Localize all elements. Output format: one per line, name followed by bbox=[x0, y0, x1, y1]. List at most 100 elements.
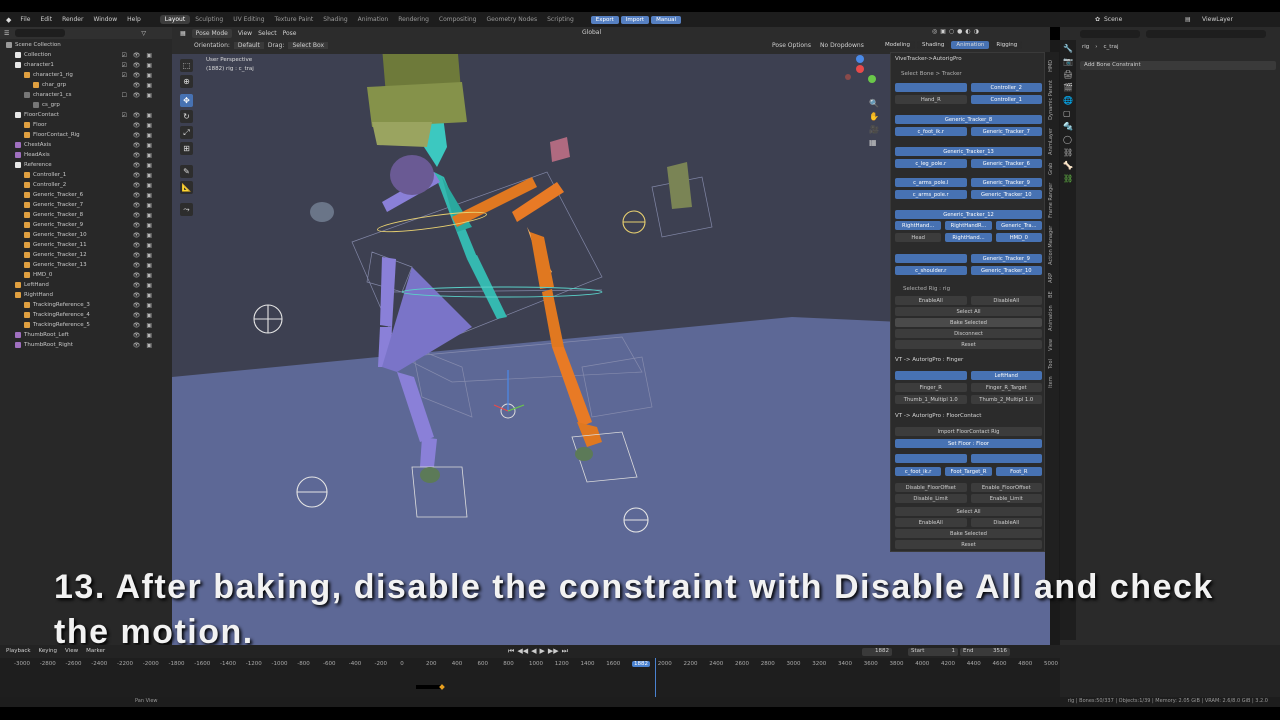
visibility-toggle-icon[interactable]: ☑ 👁 ▣ bbox=[122, 62, 154, 69]
current-frame-field[interactable]: 1882 bbox=[862, 648, 892, 656]
outliner-row[interactable]: HMD_0 👁 ▣ bbox=[0, 270, 172, 280]
finger-field-a[interactable] bbox=[895, 371, 967, 380]
properties-search-icon[interactable] bbox=[1146, 30, 1266, 38]
select-all-button[interactable]: Select All bbox=[895, 307, 1042, 316]
workspace-tab-scripting[interactable]: Scripting bbox=[542, 15, 579, 24]
outliner-row[interactable]: Controller_2 👁 ▣ bbox=[0, 180, 172, 190]
drag-dropdown[interactable]: Select Box bbox=[288, 42, 329, 49]
cursor-tool-icon[interactable]: ⊕ bbox=[180, 75, 193, 88]
context-tab-rigging[interactable]: Rigging bbox=[991, 41, 1023, 49]
timeline-menu-playback[interactable]: Playback bbox=[6, 648, 31, 654]
object-tab-icon[interactable]: ▢ bbox=[1063, 109, 1073, 118]
outliner-row[interactable]: ChestAxis 👁 ▣ bbox=[0, 140, 172, 150]
menu-help[interactable]: Help bbox=[122, 16, 146, 23]
outliner-row[interactable]: Generic_Tracker_9 👁 ▣ bbox=[0, 220, 172, 230]
visibility-toggle-icon[interactable]: 👁 ▣ bbox=[133, 242, 154, 249]
workspace-tab-animation[interactable]: Animation bbox=[353, 15, 394, 24]
disable-floor-offset-button[interactable]: Disable_FloorOffset bbox=[895, 483, 967, 492]
visibility-toggle-icon[interactable]: 👁 ▣ bbox=[133, 212, 154, 219]
sidebar-tab-item[interactable]: Item bbox=[1048, 376, 1054, 387]
outliner-row[interactable]: TrackingReference_4 👁 ▣ bbox=[0, 310, 172, 320]
outliner-row[interactable]: character1_rig ☑ 👁 ▣ bbox=[0, 70, 172, 80]
outliner-row[interactable]: Reference 👁 ▣ bbox=[0, 160, 172, 170]
shading-wire-icon[interactable]: ○ bbox=[949, 28, 954, 35]
sidebar-tab-hmd[interactable]: HMD bbox=[1048, 60, 1054, 72]
add-bone-constraint-dropdown[interactable]: Add Bone Constraint bbox=[1080, 61, 1276, 70]
import-floorcontact-button[interactable]: Import FloorContact Rig bbox=[895, 427, 1042, 436]
modifier-tab-icon[interactable]: 🔩 bbox=[1063, 122, 1073, 131]
floor-reset-button[interactable]: Reset bbox=[895, 540, 1042, 549]
set-floor-button[interactable]: Set Floor : Floor bbox=[895, 439, 1042, 448]
menu-file[interactable]: File bbox=[15, 16, 35, 23]
hand-right-2-button[interactable]: RightHandR... bbox=[945, 221, 992, 230]
bone-tab-icon[interactable]: 🦴 bbox=[1063, 161, 1073, 170]
timeline-menu-marker[interactable]: Marker bbox=[86, 648, 105, 654]
outliner-row[interactable]: char_grp 👁 ▣ bbox=[0, 80, 172, 90]
visibility-toggle-icon[interactable]: ☐ 👁 ▣ bbox=[122, 92, 154, 99]
overlay-icon[interactable]: ◎ bbox=[932, 28, 937, 35]
visibility-toggle-icon[interactable]: 👁 ▣ bbox=[133, 152, 154, 159]
visibility-toggle-icon[interactable]: 👁 ▣ bbox=[133, 312, 154, 319]
generic-tracker-button[interactable]: Generic_Tra... bbox=[995, 221, 1042, 230]
tool-tab-icon[interactable]: 🔧 bbox=[1063, 44, 1073, 53]
outliner-row[interactable]: FloorContact ☑ 👁 ▣ bbox=[0, 110, 172, 120]
outliner-row[interactable]: Floor 👁 ▣ bbox=[0, 120, 172, 130]
sidebar-tab-tool[interactable]: Tool bbox=[1048, 359, 1054, 369]
outliner-row[interactable]: character1_cs ☐ 👁 ▣ bbox=[0, 90, 172, 100]
floor-bake-selected-button[interactable]: Bake Selected bbox=[895, 529, 1042, 538]
floor-bone-field-2[interactable] bbox=[970, 454, 1042, 463]
floor-bone-field-1[interactable] bbox=[895, 454, 967, 463]
constraint-tab-icon[interactable]: ⛓ bbox=[1063, 148, 1073, 157]
shading-material-icon[interactable]: ◐ bbox=[965, 28, 970, 35]
workspace-tab-uv-editing[interactable]: UV Editing bbox=[228, 15, 269, 24]
outliner-row[interactable]: ThumbRoot_Right 👁 ▣ bbox=[0, 340, 172, 350]
play-reverse-icon[interactable]: ◀ bbox=[531, 647, 536, 656]
visibility-toggle-icon[interactable]: 👁 ▣ bbox=[133, 342, 154, 349]
outliner-row[interactable]: Generic_Tracker_11 👁 ▣ bbox=[0, 240, 172, 250]
visibility-toggle-icon[interactable]: 👁 ▣ bbox=[133, 302, 154, 309]
sidebar-tab-action-manager[interactable]: Action Manager bbox=[1048, 226, 1054, 265]
orientation-dropdown[interactable]: Default bbox=[233, 42, 264, 49]
outliner-row[interactable]: TrackingReference_3 👁 ▣ bbox=[0, 300, 172, 310]
display-mode-icon[interactable]: ☰ bbox=[4, 30, 9, 37]
outliner-search-input[interactable] bbox=[15, 29, 66, 37]
context-tab-shading[interactable]: Shading bbox=[917, 41, 950, 49]
foot-ik-button[interactable]: c_foot_ik.r bbox=[895, 467, 942, 476]
tracker-field[interactable]: Generic_Tracker_6 bbox=[970, 159, 1042, 168]
enable-limit-button[interactable]: Enable_Limit bbox=[970, 494, 1042, 503]
tracker-field[interactable]: Controller_1 bbox=[970, 95, 1042, 104]
viewlayer-selector[interactable]: ViewLayer bbox=[1202, 16, 1233, 23]
ortho-grid-icon[interactable]: ▦ bbox=[869, 138, 879, 147]
visibility-toggle-icon[interactable]: 👁 ▣ bbox=[133, 232, 154, 239]
timeline-menu-view[interactable]: View bbox=[65, 648, 78, 654]
bake-selected-button[interactable]: Bake Selected bbox=[895, 318, 1042, 327]
xray-icon[interactable]: ▣ bbox=[940, 28, 946, 35]
sidebar-tab-animlayer[interactable]: AnimLayer bbox=[1048, 128, 1054, 155]
pan-hand-icon[interactable]: ✋ bbox=[869, 112, 879, 121]
hand-right-1-button[interactable]: RightHand... bbox=[895, 221, 942, 230]
workspace-tab-compositing[interactable]: Compositing bbox=[434, 15, 482, 24]
finger-field-b[interactable]: Finger_R_Target bbox=[970, 383, 1042, 392]
menu-edit[interactable]: Edit bbox=[35, 16, 57, 23]
outliner-row[interactable]: Scene Collection bbox=[0, 40, 172, 50]
sidebar-tab-animation[interactable]: Animation bbox=[1048, 305, 1054, 331]
shading-render-icon[interactable]: ◑ bbox=[974, 28, 979, 35]
scene-selector[interactable]: Scene bbox=[1104, 16, 1122, 23]
enable-all-button[interactable]: EnableAll bbox=[895, 296, 967, 305]
visibility-toggle-icon[interactable]: 👁 ▣ bbox=[133, 262, 154, 269]
outliner-row[interactable]: Controller_1 👁 ▣ bbox=[0, 170, 172, 180]
tracker-field[interactable]: Generic_Tracker_9 bbox=[970, 254, 1042, 263]
outliner-row[interactable]: FloorContact_Rig 👁 ▣ bbox=[0, 130, 172, 140]
visibility-toggle-icon[interactable]: 👁 ▣ bbox=[133, 122, 154, 129]
timeline-menu-keying[interactable]: Keying bbox=[39, 648, 57, 654]
start-frame-field[interactable]: 1 bbox=[952, 648, 956, 656]
timeline-ruler[interactable]: -3000 -2800 -2600 -2400 -2200 -2000 -1800 -1600… bbox=[0, 658, 1060, 697]
bone-constraint-tab-icon[interactable]: ⛓ bbox=[1063, 174, 1073, 183]
reset-button[interactable]: Reset bbox=[895, 340, 1042, 349]
jump-start-icon[interactable]: ⏮ bbox=[508, 647, 514, 656]
visibility-toggle-icon[interactable]: 👁 ▣ bbox=[133, 182, 154, 189]
bone-field[interactable] bbox=[895, 83, 967, 92]
mode-selector[interactable]: Pose Mode bbox=[191, 29, 232, 38]
workspace-tab-shading[interactable]: Shading bbox=[318, 15, 352, 24]
tracker-field[interactable]: Generic_Tracker_7 bbox=[970, 127, 1042, 136]
